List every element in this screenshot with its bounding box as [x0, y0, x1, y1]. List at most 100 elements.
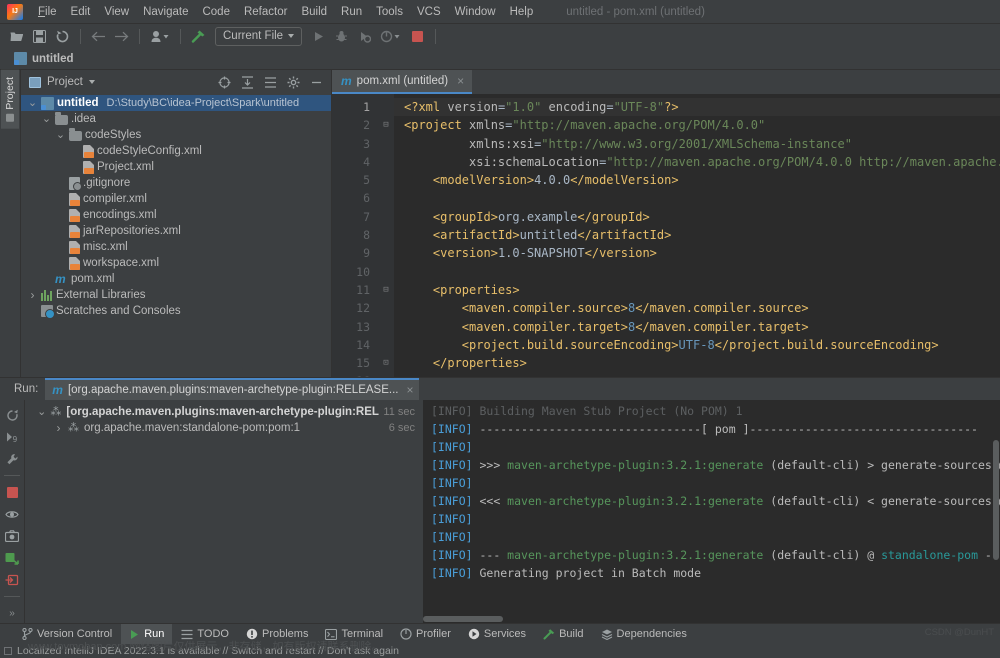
bottom-tab-todo[interactable]: TODO — [173, 624, 237, 645]
fold-close-icon[interactable]: ⊡ — [378, 354, 394, 372]
notification-text[interactable]: Localized IntelliJ IDEA 2022.3.1 is avai… — [17, 645, 399, 657]
code-editor[interactable]: 1234567891011121314151617 ⊟⊟⊡⊡ <?xml ver… — [332, 94, 1000, 377]
bottom-tab-version-control[interactable]: Version Control — [14, 624, 120, 645]
sidebar-item-project[interactable]: Project — [1, 70, 19, 129]
back-arrow-icon[interactable] — [88, 26, 109, 46]
run-console-output[interactable]: [INFO] Building Maven Stub Project (No P… — [423, 400, 1000, 623]
project-tree-row[interactable]: Scratches and Consoles — [21, 303, 331, 319]
project-tree-row[interactable]: encodings.xml — [21, 207, 331, 223]
chevron-down-icon[interactable]: ⌄ — [41, 114, 52, 125]
fold-open-icon[interactable]: ⊟ — [378, 116, 394, 134]
menu-code[interactable]: Code — [195, 3, 237, 21]
menu-edit[interactable]: Edit — [64, 3, 98, 21]
code-line[interactable] — [394, 263, 1000, 281]
chevron-right-icon[interactable]: › — [27, 288, 38, 302]
run-tree-row[interactable]: ⌄ ⁂ [org.apache.maven.plugins:maven-archet… — [25, 404, 423, 420]
bottom-tab-profiler[interactable]: Profiler — [392, 624, 459, 645]
notification-checkbox[interactable] — [4, 647, 12, 655]
menu-help[interactable]: Help — [503, 3, 541, 21]
code-line[interactable]: </properties> — [394, 354, 1000, 372]
menu-view[interactable]: View — [97, 3, 136, 21]
editor-tab-pom-xml[interactable]: m pom.xml (untitled) × — [332, 70, 473, 94]
run-with-coverage-icon[interactable] — [354, 26, 375, 46]
project-tree-row[interactable]: › External Libraries — [21, 287, 331, 303]
project-tree-row[interactable]: .gitignore — [21, 175, 331, 191]
code-line[interactable]: <version>1.0-SNAPSHOT</version> — [394, 244, 1000, 262]
project-tree-row[interactable]: misc.xml — [21, 239, 331, 255]
menu-file[interactable]: File — [31, 3, 64, 21]
menu-navigate[interactable]: Navigate — [136, 3, 195, 21]
menu-window[interactable]: Window — [448, 3, 503, 21]
code-line[interactable]: <groupId>org.example</groupId> — [394, 208, 1000, 226]
code-line[interactable]: <?xml version="1.0" encoding="UTF-8"?> — [394, 98, 1000, 117]
code-line[interactable]: <artifactId>untitled</artifactId> — [394, 226, 1000, 244]
close-icon[interactable]: × — [406, 383, 413, 397]
expand-all-icon[interactable] — [239, 74, 256, 91]
chevron-down-icon[interactable]: ⌄ — [27, 98, 38, 109]
project-tree-row[interactable]: ⌄ untitled D:\Study\BC\idea-Project\Spark\… — [21, 95, 331, 111]
open-folder-icon[interactable] — [6, 26, 27, 46]
code-line[interactable]: <project xmlns="http://maven.apache.org/… — [394, 116, 1000, 134]
run-configuration-selector[interactable]: Current File — [215, 26, 303, 46]
stop-square-icon[interactable] — [407, 26, 428, 46]
project-tree-row[interactable]: compiler.xml — [21, 191, 331, 207]
more-chevrons-icon[interactable]: » — [2, 603, 22, 623]
close-icon[interactable]: × — [457, 74, 464, 88]
sync-icon[interactable] — [52, 26, 73, 46]
breadcrumb-project[interactable]: untitled — [32, 53, 74, 65]
bottom-tab-services[interactable]: Services — [460, 624, 534, 645]
bottom-tab-problems[interactable]: Problems — [238, 624, 316, 645]
screenshot-camera-icon[interactable] — [2, 526, 22, 546]
project-tree-row[interactable]: workspace.xml — [21, 255, 331, 271]
rerun-icon[interactable] — [2, 405, 22, 425]
rerun-failed-icon[interactable]: 9 — [2, 427, 22, 447]
run-play-icon[interactable] — [308, 26, 329, 46]
chevron-down-icon[interactable]: ⌄ — [55, 130, 66, 141]
stop-square-icon[interactable] — [2, 482, 22, 502]
chevron-right-icon[interactable]: › — [53, 421, 64, 435]
menu-run[interactable]: Run — [334, 3, 369, 21]
project-file-tree[interactable]: ⌄ untitled D:\Study\BC\idea-Project\Spark\… — [21, 94, 331, 377]
settings-wrench-icon[interactable] — [2, 449, 22, 469]
bottom-tab-build[interactable]: Build — [535, 624, 591, 645]
run-result-tree[interactable]: ⌄ ⁂ [org.apache.maven.plugins:maven-archet… — [25, 400, 423, 623]
menu-vcs[interactable]: VCS — [410, 3, 448, 21]
run-tree-row[interactable]: › ⁂ org.apache.maven:standalone-pom:pom:1 6… — [25, 420, 423, 436]
menu-build[interactable]: Build — [294, 3, 334, 21]
bottom-tab-dependencies[interactable]: Dependencies — [593, 624, 695, 645]
project-tree-row[interactable]: m pom.xml — [21, 271, 331, 287]
code-line[interactable]: <maven.compiler.target>8</maven.compiler… — [394, 318, 1000, 336]
toggle-visibility-eye-icon[interactable] — [2, 504, 22, 524]
bottom-tab-terminal[interactable]: Terminal — [317, 624, 391, 645]
code-line[interactable]: <modelVersion>4.0.0</modelVersion> — [394, 171, 1000, 189]
fold-open-icon[interactable]: ⊟ — [378, 281, 394, 299]
bottom-tab-run[interactable]: Run — [121, 623, 173, 645]
menu-tools[interactable]: Tools — [369, 3, 410, 21]
hide-panel-icon[interactable] — [308, 74, 325, 91]
project-tree-row[interactable]: codeStyleConfig.xml — [21, 143, 331, 159]
collapse-all-icon[interactable] — [262, 74, 279, 91]
forward-arrow-icon[interactable] — [111, 26, 132, 46]
menu-refactor[interactable]: Refactor — [237, 3, 294, 21]
export-tests-icon[interactable] — [2, 570, 22, 590]
project-tree-row[interactable]: ⌄ .idea — [21, 111, 331, 127]
gear-icon[interactable] — [285, 74, 302, 91]
chevron-down-icon[interactable] — [88, 80, 95, 84]
console-vertical-scrollbar[interactable] — [992, 400, 1000, 623]
profiler-icon[interactable] — [377, 26, 405, 46]
code-line[interactable]: xmlns:xsi="http://www.w3.org/2001/XMLSch… — [394, 135, 1000, 153]
project-tree-row[interactable]: ⌄ codeStyles — [21, 127, 331, 143]
code-folding-column[interactable]: ⊟⊟⊡⊡ — [378, 94, 394, 377]
save-icon[interactable] — [29, 26, 50, 46]
build-hammer-icon[interactable] — [188, 26, 209, 46]
code-content[interactable]: <?xml version="1.0" encoding="UTF-8"?> <p… — [394, 94, 1000, 377]
project-tree-row[interactable]: Project.xml — [21, 159, 331, 175]
user-profile-icon[interactable] — [147, 26, 173, 46]
code-line[interactable]: xsi:schemaLocation="http://maven.apache.… — [394, 153, 1000, 171]
project-tree-row[interactable]: jarRepositories.xml — [21, 223, 331, 239]
code-line[interactable]: <properties> — [394, 281, 1000, 299]
console-horizontal-scrollbar[interactable] — [423, 615, 1000, 623]
run-session-tab[interactable]: m [org.apache.maven.plugins:maven-archet… — [45, 378, 420, 400]
chevron-down-icon[interactable]: ⌄ — [37, 407, 46, 418]
code-line[interactable] — [394, 372, 1000, 377]
